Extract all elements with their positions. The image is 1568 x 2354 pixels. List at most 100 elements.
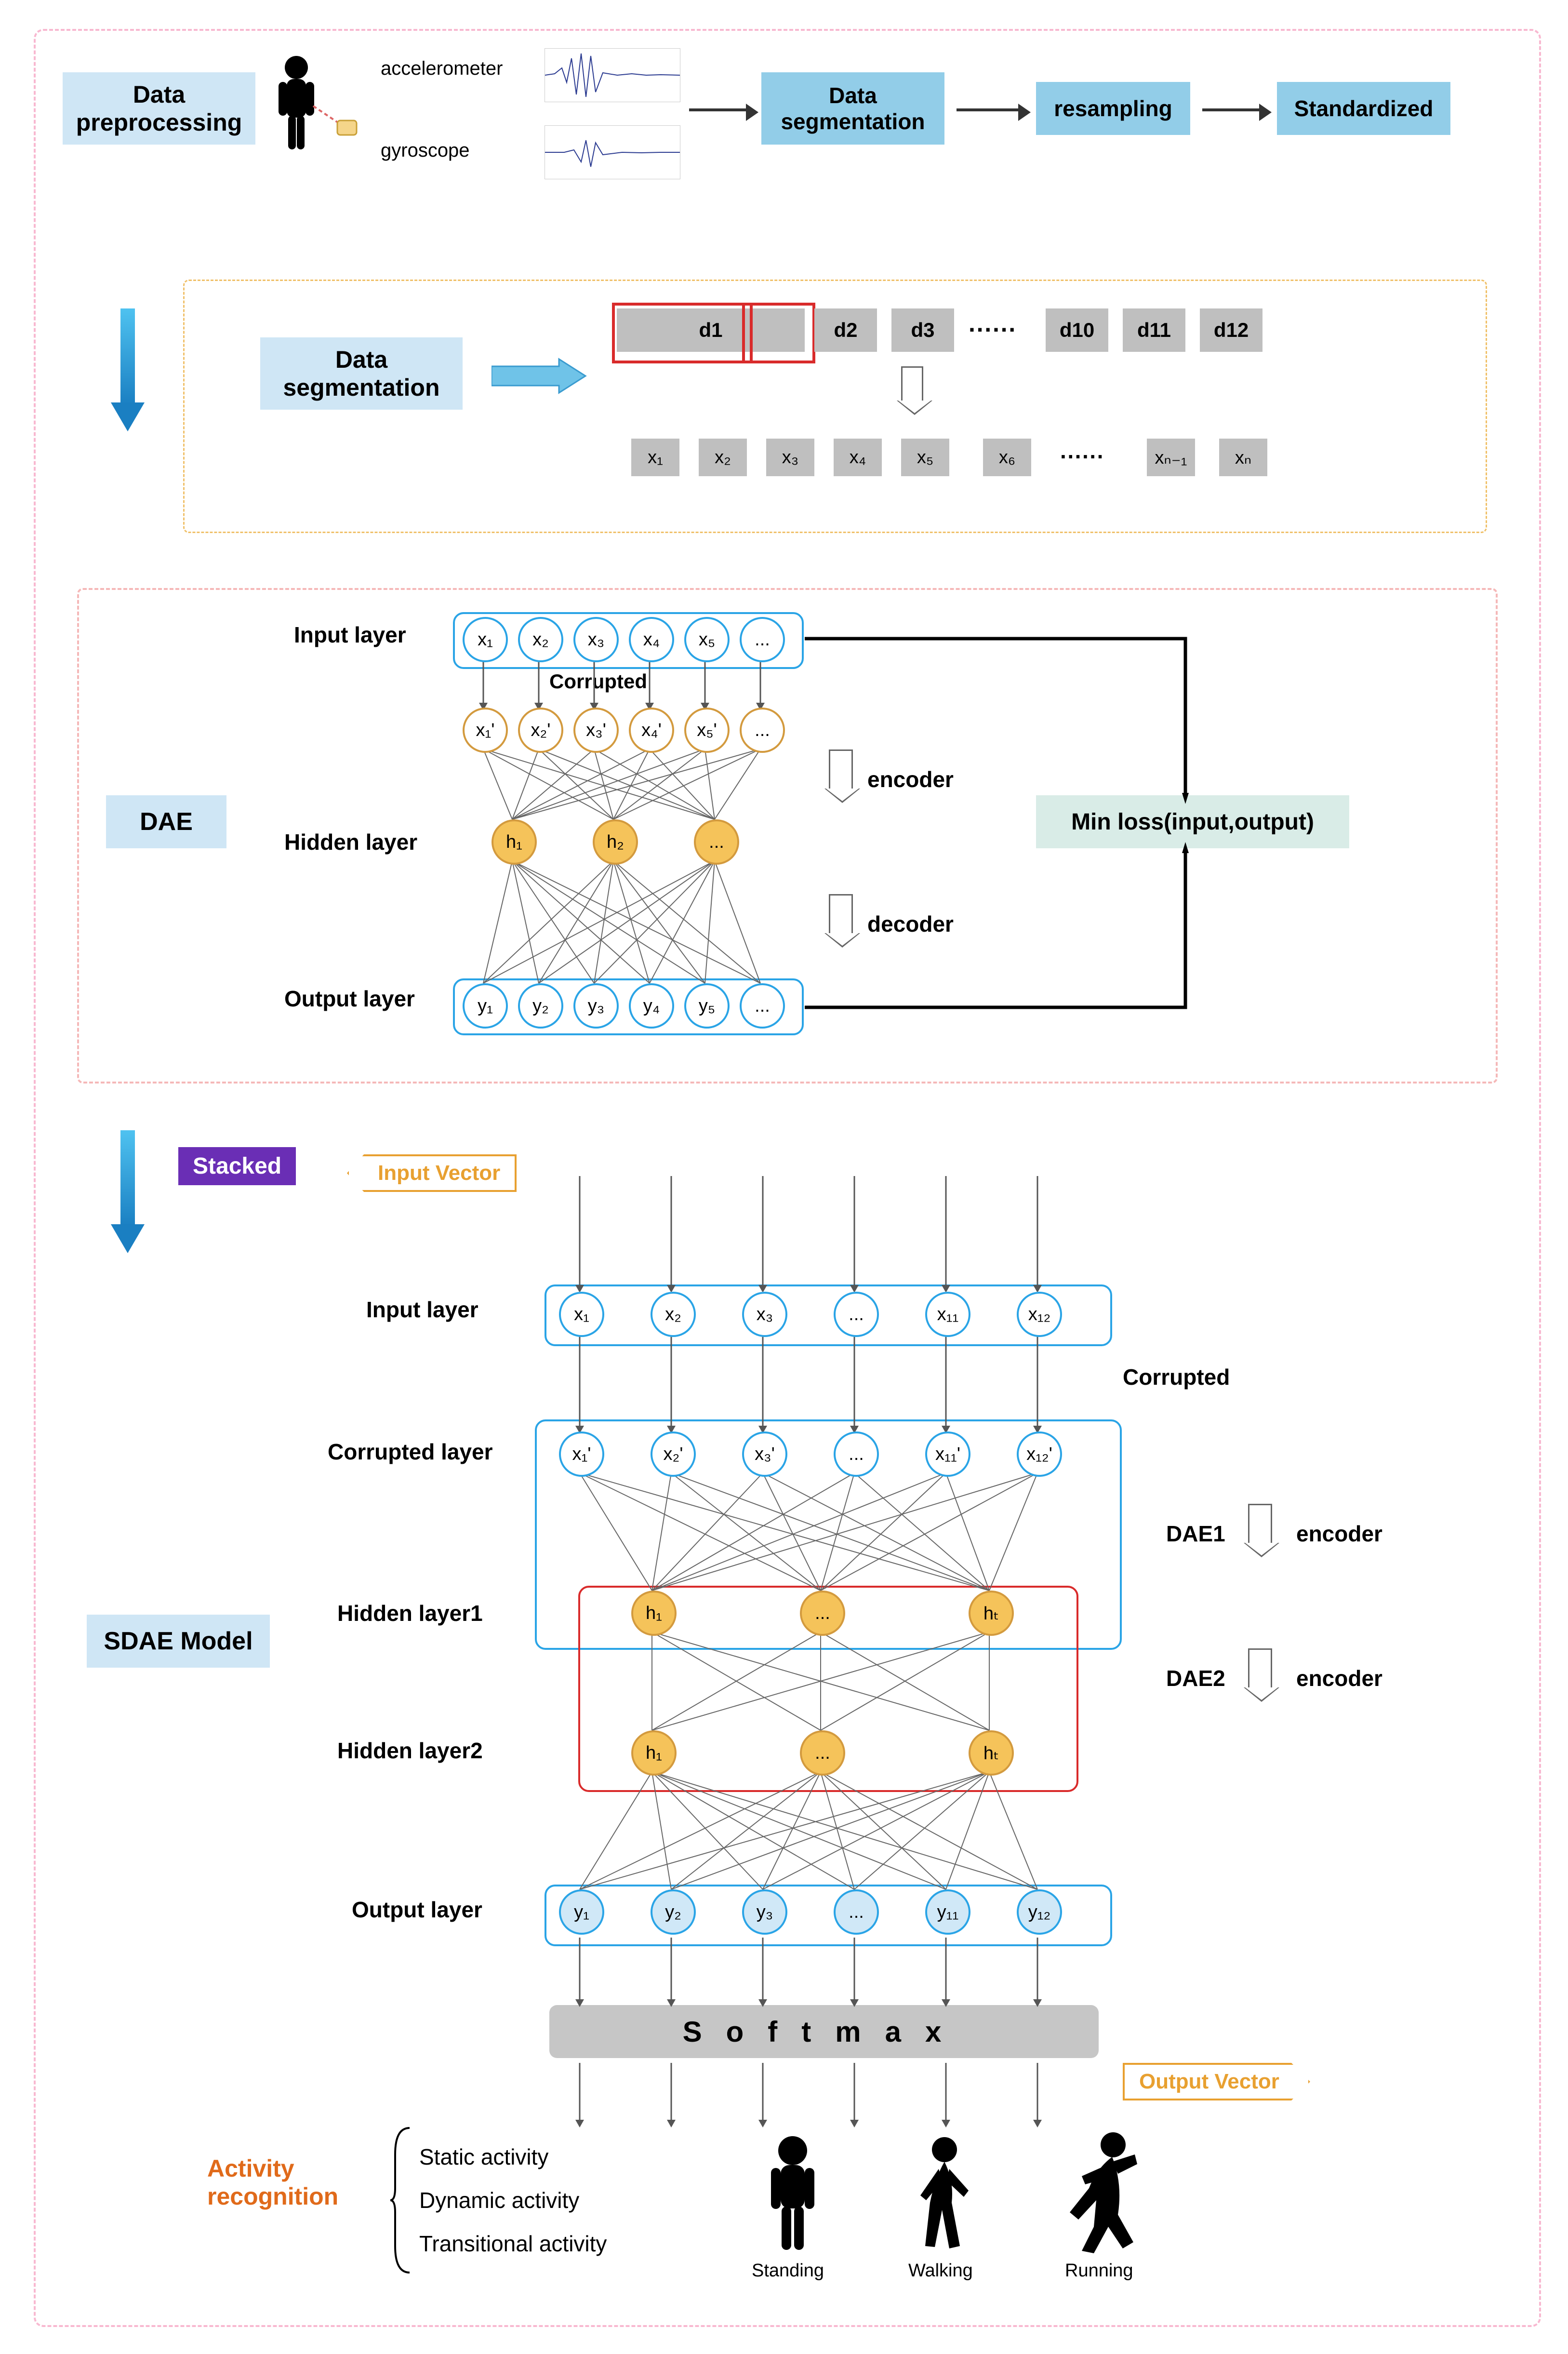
corrupted-label: Corrupted <box>549 670 647 693</box>
dae-input-node: x₁ <box>463 617 508 662</box>
dae-output-node: y₄ <box>629 983 674 1029</box>
x-cell: x₄ <box>834 439 882 476</box>
sdae-corrupted-node: ... <box>834 1431 879 1477</box>
softmax-box: Softmax <box>549 2005 1099 2058</box>
sdae-hidden2-node: h₁ <box>631 1730 677 1776</box>
x-cell: x₆ <box>983 439 1031 476</box>
dae-corrupted-node: x₃' <box>573 708 619 753</box>
sdae-corrupted-node: x₁' <box>559 1431 604 1477</box>
seg-label: Data segmentation <box>260 337 463 410</box>
dae-label: DAE <box>106 795 226 848</box>
sdae-output-node: y₁ <box>559 1889 604 1935</box>
enc1-label: encoder <box>1296 1521 1382 1547</box>
dae-output-node: y₁ <box>463 983 508 1029</box>
output-vector-tag: Output Vector <box>1123 2063 1310 2100</box>
x-cell: xₙ₋₁ <box>1147 439 1195 476</box>
activity-title: Activity recognition <box>207 2154 338 2210</box>
dae-input-node: x₃ <box>573 617 619 662</box>
activity-type: Transitional activity <box>419 2222 607 2265</box>
sdae-hidden1-node: ... <box>800 1591 845 1636</box>
running-label: Running <box>1065 2260 1133 2281</box>
x-cell: xₙ <box>1219 439 1267 476</box>
accel-waveform-icon <box>545 48 680 102</box>
sdae-hidden1-node: h₁ <box>631 1591 677 1636</box>
output-layer-label: Output layer <box>284 986 415 1012</box>
sdae-output-node: y₂ <box>651 1889 696 1935</box>
sdae-output-node: y₁₁ <box>925 1889 970 1935</box>
accelerometer-label: accelerometer <box>381 58 503 80</box>
dae-corrupted-node: ... <box>740 708 785 753</box>
d-cell: d3 <box>891 308 954 352</box>
gyro-waveform-icon <box>545 125 680 179</box>
hidden-layer-label: Hidden layer <box>284 829 417 855</box>
dae-output-node: ... <box>740 983 785 1029</box>
gyroscope-label: gyroscope <box>381 140 470 161</box>
dae-hidden-node: ... <box>694 819 739 865</box>
sdae-input-label: Input layer <box>366 1297 478 1323</box>
dae-input-node: x₄ <box>629 617 674 662</box>
dae-input-node: ... <box>740 617 785 662</box>
down-arrow-icon <box>1248 1504 1272 1545</box>
dots: ······ <box>1060 443 1104 469</box>
dae-corrupted-node: x₅' <box>684 708 730 753</box>
sdae-hidden1-node: hₜ <box>969 1591 1014 1636</box>
x-cell: x₃ <box>766 439 814 476</box>
dae-output-node: y₃ <box>573 983 619 1029</box>
down-arrow-icon <box>1248 1648 1272 1690</box>
dae-hidden-node: h₁ <box>492 819 537 865</box>
preprocessing-label: Data preprocessing <box>63 72 255 145</box>
data-seg-box: Data segmentation <box>761 72 944 145</box>
d-cell: d11 <box>1123 308 1185 352</box>
brace-icon <box>390 2126 414 2275</box>
dae-corrupted-node: x₄' <box>629 708 674 753</box>
dae-corrupted-node: x₁' <box>463 708 508 753</box>
sdae-h1-label: Hidden layer1 <box>337 1600 483 1626</box>
sdae-input-node: x₃ <box>742 1292 787 1337</box>
dae-hidden-node: h₂ <box>593 819 638 865</box>
sdae-input-node: x₁ <box>559 1292 604 1337</box>
dae-input-node: x₅ <box>684 617 730 662</box>
activity-list: Static activity Dynamic activity Transit… <box>419 2135 607 2265</box>
stacked-label: Stacked <box>178 1147 296 1185</box>
sdae-hidden2-node: hₜ <box>969 1730 1014 1776</box>
arrow-icon <box>957 108 1019 111</box>
arrow-icon <box>1202 108 1260 111</box>
activity-type: Dynamic activity <box>419 2179 607 2222</box>
sdae-input-node: x₂ <box>651 1292 696 1337</box>
down-arrow-icon <box>901 366 923 403</box>
dae1-label: DAE1 <box>1166 1521 1225 1547</box>
sdae-out-label: Output layer <box>352 1897 482 1923</box>
sdae-label: SDAE Model <box>87 1615 270 1668</box>
sdae-corr-label: Corrupted layer <box>328 1439 493 1465</box>
walking-icon <box>901 2135 983 2258</box>
x-cell: x₁ <box>631 439 679 476</box>
sensor-link-icon <box>308 101 366 145</box>
enc2-label: encoder <box>1296 1665 1382 1691</box>
sdae-corrupted-node: x₁₁' <box>925 1431 970 1477</box>
x-cell: x₅ <box>901 439 949 476</box>
dots: ······ <box>969 316 1017 344</box>
input-vector-tag: Input Vector <box>347 1154 517 1192</box>
dae2-label: DAE2 <box>1166 1665 1225 1691</box>
sdae-corrupted-node: x₂' <box>651 1431 696 1477</box>
sdae-output-node: y₃ <box>742 1889 787 1935</box>
sdae-corrupted-node: x₁₂' <box>1017 1431 1062 1477</box>
sdae-output-node: ... <box>834 1889 879 1935</box>
sdae-output-node: y₁₂ <box>1017 1889 1062 1935</box>
activity-type: Static activity <box>419 2135 607 2179</box>
dae-output-node: y₂ <box>518 983 563 1029</box>
sdae-h2-label: Hidden layer2 <box>337 1738 483 1764</box>
sdae-input-node: ... <box>834 1292 879 1337</box>
sdae-input-node: x₁₂ <box>1017 1292 1062 1337</box>
sdae-corrupted-node: x₃' <box>742 1431 787 1477</box>
standardized-box: Standardized <box>1277 82 1450 135</box>
d-cell: d10 <box>1046 308 1108 352</box>
dae-output-node: y₅ <box>684 983 730 1029</box>
x-cell: x₂ <box>699 439 747 476</box>
input-layer-label: Input layer <box>294 622 406 648</box>
loss-wire <box>800 622 1200 1046</box>
arrow-icon <box>689 108 747 111</box>
sdae-hidden2-node: ... <box>800 1730 845 1776</box>
standing-icon <box>757 2135 829 2258</box>
dae-corrupted-node: x₂' <box>518 708 563 753</box>
